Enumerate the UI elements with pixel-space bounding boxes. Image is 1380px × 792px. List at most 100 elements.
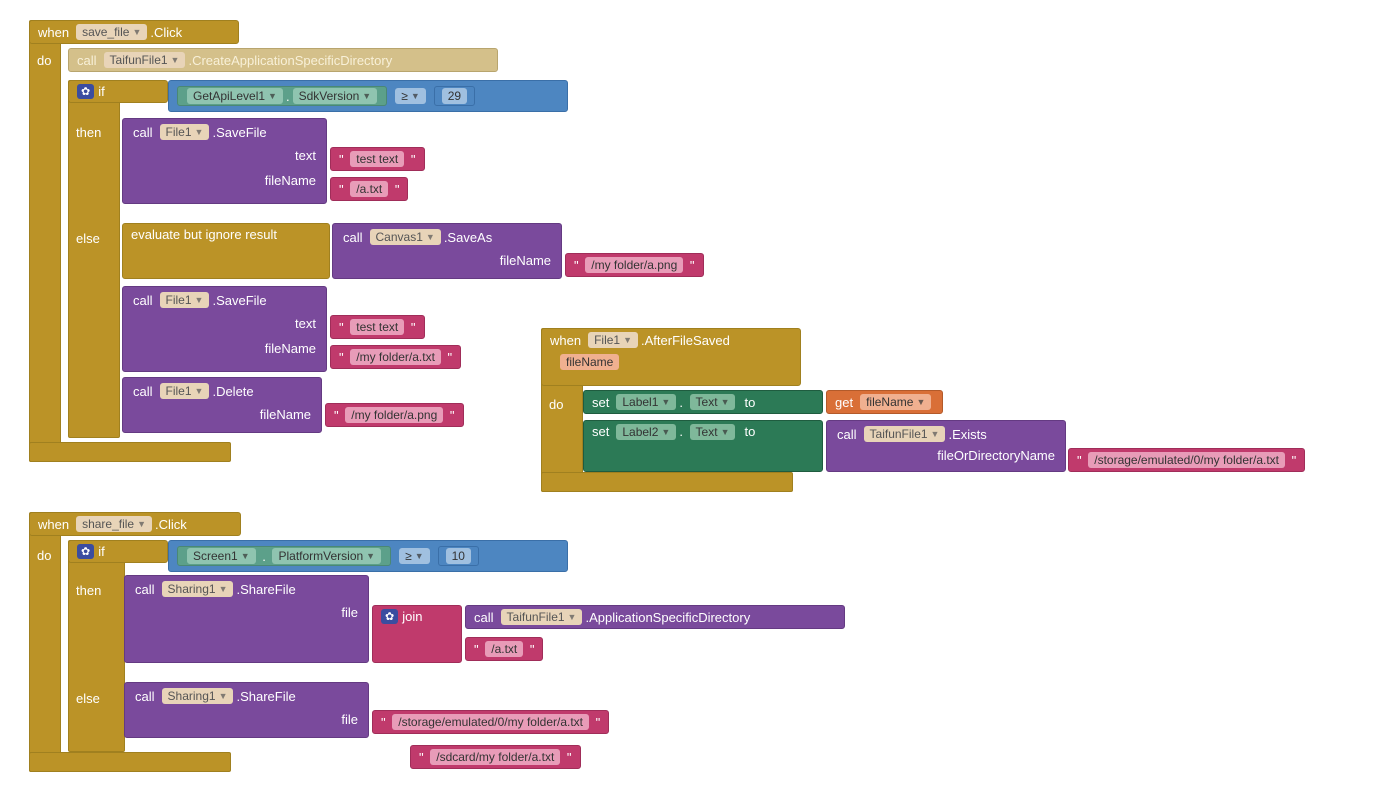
call-savefile-2[interactable]: call File1▼ .SaveFile text fileName bbox=[122, 286, 327, 372]
gear-icon[interactable]: ✿ bbox=[381, 609, 398, 624]
label1-dropdown[interactable]: Label1▼ bbox=[616, 394, 676, 410]
screen1-platformversion[interactable]: Screen1▼ . PlatformVersion▼ bbox=[177, 546, 391, 566]
file1-dropdown-evt[interactable]: File1▼ bbox=[588, 332, 638, 348]
filename-param[interactable]: fileName bbox=[560, 354, 619, 370]
text-prop2[interactable]: Text▼ bbox=[690, 424, 736, 440]
text-value[interactable]: /my folder/a.png bbox=[345, 407, 443, 423]
call-file-delete[interactable]: call File1▼ .Delete fileName bbox=[122, 377, 322, 433]
file1-dropdown[interactable]: File1▼ bbox=[160, 124, 210, 140]
set-label1-text[interactable]: set Label1▼ . Text▼ to bbox=[583, 390, 823, 414]
call-taifun-appspecdir[interactable]: call TaifunFile1▼ .ApplicationSpecificDi… bbox=[465, 605, 845, 629]
event-click: .Click bbox=[150, 25, 182, 40]
text-test-text-2[interactable]: " test text " bbox=[330, 315, 425, 339]
if-block-2[interactable]: ✿ if bbox=[68, 540, 168, 563]
text-value[interactable]: /a.txt bbox=[350, 181, 388, 197]
else-label-2: else bbox=[68, 688, 123, 709]
filename-arg-label: fileName bbox=[265, 173, 316, 188]
sharefile-method: .ShareFile bbox=[236, 582, 295, 597]
join-block[interactable]: ✿ join bbox=[372, 605, 462, 663]
blocks-workspace[interactable]: when save_file▼ .Click do call TaifunFil… bbox=[10, 10, 1380, 782]
create-dir-method: .CreateApplicationSpecificDirectory bbox=[188, 53, 392, 68]
gte-operator[interactable]: ≥▼ bbox=[395, 88, 426, 104]
num-10: 10 bbox=[446, 548, 471, 564]
event-save-file-click[interactable]: when save_file▼ .Click bbox=[29, 20, 239, 44]
gte-operator-2[interactable]: ≥▼ bbox=[399, 548, 430, 564]
gear-icon[interactable]: ✿ bbox=[77, 84, 94, 99]
block1-vstrut bbox=[29, 20, 61, 462]
component-save-file[interactable]: save_file▼ bbox=[76, 24, 147, 40]
get-filename[interactable]: get fileName▼ bbox=[826, 390, 943, 414]
compare-block-2[interactable]: Screen1▼ . PlatformVersion▼ ≥▼ 10 bbox=[168, 540, 568, 572]
set-label2-text[interactable]: set Label2▼ . Text▼ to bbox=[583, 420, 823, 472]
text-storage-path-share[interactable]: " /storage/emulated/0/my folder/a.txt " bbox=[372, 710, 609, 734]
call-savefile-1[interactable]: call File1▼ .SaveFile text fileName bbox=[122, 118, 327, 204]
screen1-dropdown[interactable]: Screen1▼ bbox=[187, 548, 256, 564]
call-sharefile-2[interactable]: call Sharing1▼ .ShareFile file bbox=[124, 682, 369, 738]
label2-dropdown[interactable]: Label2▼ bbox=[616, 424, 676, 440]
call-sharefile-1[interactable]: call Sharing1▼ .ShareFile file bbox=[124, 575, 369, 663]
text-atxt-1[interactable]: " /a.txt " bbox=[330, 177, 408, 201]
eval-ignore[interactable]: evaluate but ignore result bbox=[122, 223, 330, 279]
text-arg-label: text bbox=[295, 148, 316, 163]
text-sdcard-path[interactable]: " /sdcard/my folder/a.txt " bbox=[410, 745, 581, 769]
call-create-dir[interactable]: call TaifunFile1▼ .CreateApplicationSpec… bbox=[68, 48, 498, 72]
sdkversion-dropdown[interactable]: SdkVersion▼ bbox=[293, 88, 378, 104]
text-myfolder-txt[interactable]: " /my folder/a.txt " bbox=[330, 345, 461, 369]
call-label: call bbox=[77, 53, 97, 68]
taifunfile-dropdown[interactable]: TaifunFile1▼ bbox=[104, 52, 186, 68]
call-label: call bbox=[133, 125, 153, 140]
event-afterfilesaved[interactable]: when File1▼ .AfterFileSaved fileName bbox=[541, 328, 801, 386]
num-29: 29 bbox=[442, 88, 467, 104]
text-value[interactable]: /sdcard/my folder/a.txt bbox=[430, 749, 560, 765]
call-canvas-saveas[interactable]: call Canvas1▼ .SaveAs fileName bbox=[332, 223, 562, 279]
join-label: join bbox=[402, 609, 422, 624]
if-label: if bbox=[98, 84, 105, 99]
filename-var-dropdown[interactable]: fileName▼ bbox=[860, 394, 931, 410]
saveas-method: .SaveAs bbox=[444, 230, 492, 245]
event-share-file-click[interactable]: when share_file▼ .Click bbox=[29, 512, 241, 536]
share-file-dropdown[interactable]: share_file▼ bbox=[76, 516, 152, 532]
text-prop[interactable]: Text▼ bbox=[690, 394, 736, 410]
else-label: else bbox=[68, 228, 118, 249]
gear-icon[interactable]: ✿ bbox=[77, 544, 94, 559]
text-value[interactable]: /storage/emulated/0/my folder/a.txt bbox=[392, 714, 589, 730]
number-29[interactable]: 29 bbox=[434, 86, 475, 106]
afterfilesaved-event: .AfterFileSaved bbox=[641, 333, 730, 348]
number-10[interactable]: 10 bbox=[438, 546, 479, 566]
if-block[interactable]: ✿ if bbox=[68, 80, 168, 103]
text-value[interactable]: /my folder/a.txt bbox=[350, 349, 441, 365]
getapi-dropdown[interactable]: GetApiLevel1▼ bbox=[187, 88, 283, 104]
text-test-text-1[interactable]: " test text " bbox=[330, 147, 425, 171]
call-taifun-exists[interactable]: call TaifunFile1▼ .Exists fileOrDirector… bbox=[826, 420, 1066, 472]
block3-bottom bbox=[29, 752, 231, 772]
text-value[interactable]: test text bbox=[350, 319, 404, 335]
canvas1-dropdown[interactable]: Canvas1▼ bbox=[370, 229, 441, 245]
compare-block[interactable]: GetApiLevel1▼ . SdkVersion▼ ≥▼ 29 bbox=[168, 80, 568, 112]
file1-dropdown3[interactable]: File1▼ bbox=[160, 383, 210, 399]
eval-label: evaluate but ignore result bbox=[131, 227, 277, 242]
then-label: then bbox=[68, 122, 118, 143]
sharing1-dropdown2[interactable]: Sharing1▼ bbox=[162, 688, 234, 704]
text-value[interactable]: /storage/emulated/0/my folder/a.txt bbox=[1088, 452, 1285, 468]
text-myfolder-png[interactable]: " /my folder/a.png " bbox=[565, 253, 704, 277]
block2-bottom bbox=[541, 472, 793, 492]
getapi-sdkversion[interactable]: GetApiLevel1▼ . SdkVersion▼ bbox=[177, 86, 387, 106]
sharing1-dropdown[interactable]: Sharing1▼ bbox=[162, 581, 234, 597]
when-label: when bbox=[38, 25, 69, 40]
platformversion-dropdown[interactable]: PlatformVersion▼ bbox=[272, 548, 381, 564]
taifun-dropdown2[interactable]: TaifunFile1▼ bbox=[864, 426, 946, 442]
text-value[interactable]: /my folder/a.png bbox=[585, 257, 683, 273]
click-event: .Click bbox=[155, 517, 187, 532]
appspecdir-method: .ApplicationSpecificDirectory bbox=[585, 610, 750, 625]
text-value[interactable]: /a.txt bbox=[485, 641, 523, 657]
delete-method: .Delete bbox=[212, 384, 253, 399]
text-value[interactable]: test text bbox=[350, 151, 404, 167]
taifun-dropdown3[interactable]: TaifunFile1▼ bbox=[501, 609, 583, 625]
text-storage-path[interactable]: " /storage/emulated/0/my folder/a.txt " bbox=[1068, 448, 1305, 472]
do-label-2: do bbox=[541, 394, 581, 415]
text-atxt-join[interactable]: " /a.txt " bbox=[465, 637, 543, 661]
do-label-1: do bbox=[29, 50, 69, 71]
file1-dropdown2[interactable]: File1▼ bbox=[160, 292, 210, 308]
text-delete-path[interactable]: " /my folder/a.png " bbox=[325, 403, 464, 427]
block1-bottom bbox=[29, 442, 231, 462]
